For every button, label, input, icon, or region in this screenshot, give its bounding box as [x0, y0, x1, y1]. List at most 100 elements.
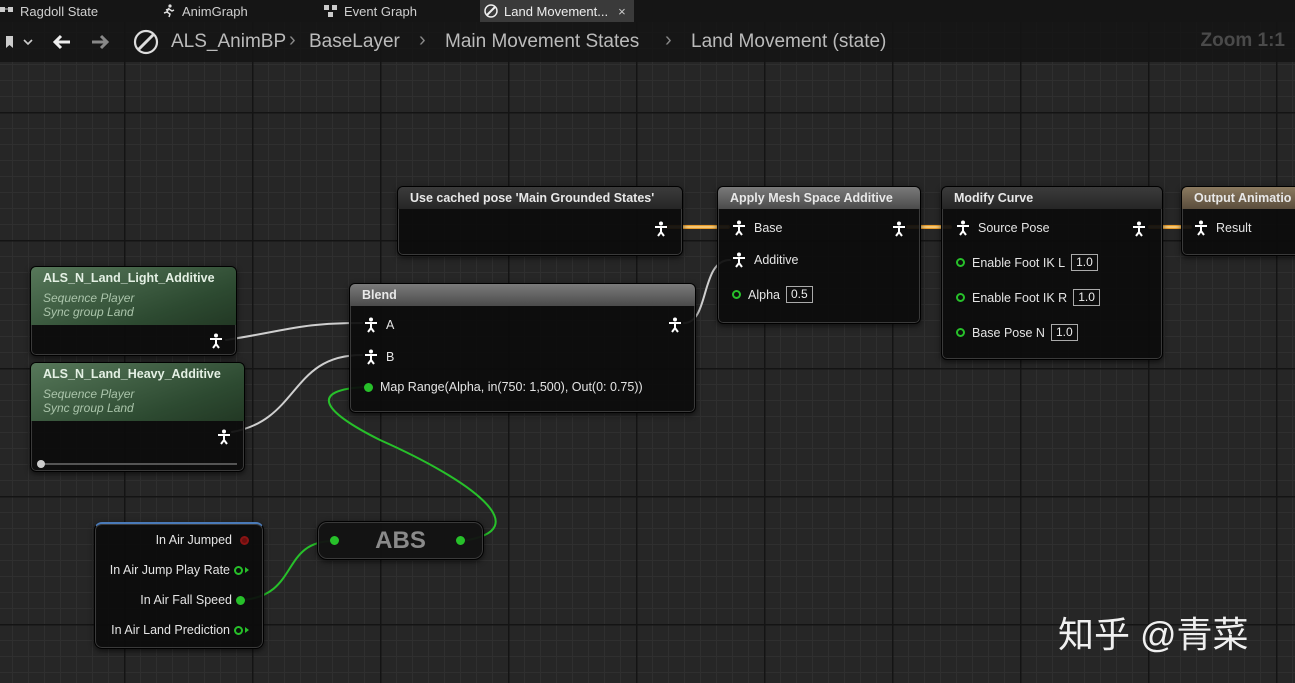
pose-output-pin-icon[interactable]	[892, 221, 906, 237]
running-man-icon	[163, 4, 175, 18]
pin-label: In Air Jump Play Rate	[109, 563, 230, 577]
pose-output-pin-icon[interactable]	[668, 317, 682, 333]
pin-label: Source Pose	[978, 221, 1050, 235]
pin-label: In Air Jumped	[155, 533, 232, 547]
pin-label: In Air Land Prediction	[111, 623, 230, 637]
apply-mesh-space-additive-node[interactable]: Apply Mesh Space Additive Base Additive …	[717, 186, 921, 324]
float-pin-icon	[234, 625, 243, 635]
breadcrumb-separator: ›	[665, 29, 672, 51]
value-field[interactable]: 1.0	[1073, 289, 1100, 306]
chevron-down-icon	[23, 39, 33, 46]
breadcrumb-bar: ALS_AnimBP › BaseLayer › Main Movement S…	[0, 22, 1295, 62]
forward-button[interactable]	[86, 30, 114, 54]
additive-pin[interactable]: Additive	[732, 252, 798, 268]
breadcrumb-main-movement-states[interactable]: Main Movement States	[445, 31, 639, 53]
pin-label: A	[386, 318, 395, 332]
playback-scrub-bar[interactable]	[37, 460, 237, 468]
zoom-level: Zoom 1:1	[1200, 30, 1285, 51]
tab-label: Ragdoll State	[20, 3, 99, 19]
base-pin[interactable]: Base	[732, 220, 783, 236]
pose-pin-icon	[365, 349, 377, 365]
wire-light-to-a	[225, 322, 363, 341]
bookmark-dropdown[interactable]	[2, 30, 36, 54]
bookmark-icon	[6, 36, 13, 48]
alpha-value-field[interactable]: 0.5	[785, 286, 813, 303]
blend-b-pin[interactable]: B	[364, 349, 394, 365]
tab-event-graph[interactable]: Event Graph	[324, 0, 417, 22]
float-pin-icon	[236, 595, 245, 605]
source-pose-pin[interactable]: Source Pose	[956, 220, 1050, 236]
blend-a-pin[interactable]: A	[364, 317, 394, 333]
cached-pose-node[interactable]: Use cached pose 'Main Grounded States'	[397, 186, 683, 256]
float-pin-icon	[234, 565, 243, 575]
close-icon[interactable]: ×	[618, 4, 626, 19]
state-machine-icon	[0, 7, 13, 12]
sequence-player-heavy-node[interactable]: ALS_N_Land_Heavy_Additive Sequence Playe…	[30, 362, 245, 472]
pin-label: Alpha	[748, 287, 780, 302]
node-title: Blend	[350, 284, 695, 306]
property-access-node[interactable]: In Air Jumped In Air Jump Play Rate In A…	[94, 522, 264, 649]
pin-label: Enable Foot IK L	[972, 255, 1066, 270]
result-pin[interactable]: Result	[1194, 220, 1251, 236]
tab-label: Event Graph	[344, 3, 417, 19]
pin-label: Enable Foot IK R	[972, 290, 1068, 305]
tab-animgraph[interactable]: AnimGraph	[162, 0, 248, 22]
node-title: Output Animatio	[1182, 187, 1295, 209]
float-pin-icon	[956, 293, 965, 302]
base-pose-n-pin[interactable]: Base Pose N 1.0	[956, 324, 1078, 341]
blend-alpha-pin[interactable]: Map Range(Alpha, in(750: 1,500), Out(0: …	[364, 380, 643, 394]
back-button[interactable]	[48, 30, 76, 54]
abs-node[interactable]: ABS	[317, 521, 484, 560]
in-air-jump-play-rate-pin[interactable]: In Air Jump Play Rate	[110, 563, 249, 577]
pose-pin-icon	[733, 252, 745, 268]
in-air-fall-speed-pin[interactable]: In Air Fall Speed	[140, 593, 245, 607]
pose-pin-icon[interactable]	[654, 221, 668, 237]
tab-land-movement[interactable]: Land Movement... ×	[480, 0, 634, 22]
scrub-handle[interactable]	[37, 460, 45, 468]
value-field[interactable]: 1.0	[1050, 324, 1078, 341]
pose-output-pin-icon[interactable]	[1132, 221, 1146, 237]
pin-label: In Air Fall Speed	[140, 593, 232, 607]
breadcrumb-asset[interactable]: ALS_AnimBP	[171, 31, 286, 53]
float-pin-icon	[956, 258, 965, 267]
tab-label: AnimGraph	[182, 3, 248, 19]
in-air-jumped-pin[interactable]: In Air Jumped	[156, 533, 249, 547]
pose-output-pin-icon[interactable]	[217, 429, 231, 445]
node-title: Modify Curve	[942, 187, 1162, 209]
pin-label: Map Range(Alpha, in(750: 1,500), Out(0: …	[380, 380, 643, 394]
float-pin-icon	[364, 382, 373, 392]
watermark: 知乎 @青菜	[1058, 614, 1249, 655]
sequence-player-light-node[interactable]: ALS_N_Land_Light_Additive Sequence Playe…	[30, 266, 237, 356]
breadcrumb-land-movement[interactable]: Land Movement (state)	[691, 31, 886, 53]
node-title: Apply Mesh Space Additive	[718, 187, 920, 209]
arrow-right-icon	[92, 34, 110, 50]
node-header: ALS_N_Land_Light_Additive Sequence Playe…	[31, 267, 236, 325]
modify-curve-node[interactable]: Modify Curve Source Pose Enable Foot IK …	[941, 186, 1163, 360]
node-title: Use cached pose 'Main Grounded States'	[398, 187, 682, 209]
node-title: ALS_N_Land_Light_Additive	[43, 271, 215, 285]
bool-pin-icon	[240, 535, 249, 545]
node-subtitle: Sequence Player	[43, 291, 135, 305]
enable-foot-ik-l-pin[interactable]: Enable Foot IK L 1.0	[956, 254, 1098, 271]
node-sync-group: Sync group Land	[43, 401, 134, 415]
blend-node[interactable]: Blend A B Map Range(Alpha, in(750: 1,500…	[349, 283, 696, 413]
value-field[interactable]: 1.0	[1071, 254, 1098, 271]
float-pin-icon	[732, 290, 741, 299]
anim-blueprint-icon	[132, 29, 160, 55]
node-subtitle: Sequence Player	[43, 387, 135, 401]
output-animation-pose-node[interactable]: Output Animatio Result	[1181, 186, 1295, 256]
alpha-pin[interactable]: Alpha 0.5	[732, 286, 813, 303]
pose-output-pin-icon[interactable]	[209, 333, 223, 349]
event-graph-icon	[324, 5, 337, 17]
pin-arrow-icon	[245, 627, 249, 633]
in-air-land-prediction-pin[interactable]: In Air Land Prediction	[111, 623, 249, 637]
pin-label: Result	[1216, 221, 1252, 235]
enable-foot-ik-r-pin[interactable]: Enable Foot IK R 1.0	[956, 289, 1100, 306]
node-sync-group: Sync group Land	[43, 305, 134, 319]
float-pin-icon	[956, 328, 965, 337]
tab-bar: Ragdoll State AnimGraph Event Graph Land…	[0, 0, 1295, 22]
breadcrumb-base-layer[interactable]: BaseLayer	[309, 31, 400, 53]
float-output-pin-icon[interactable]	[456, 536, 465, 545]
pin-label: B	[386, 350, 395, 364]
tab-ragdoll-state[interactable]: Ragdoll State	[0, 0, 98, 22]
